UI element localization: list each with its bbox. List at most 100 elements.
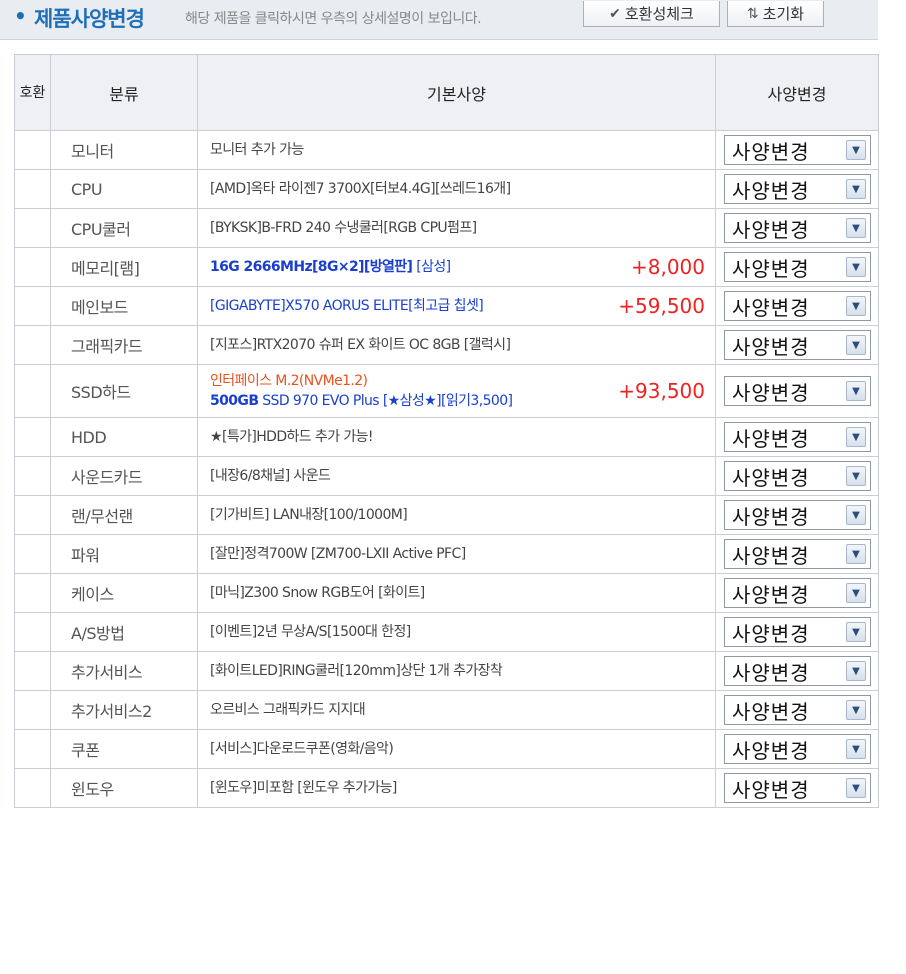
- category-cell[interactable]: 사운드카드: [50, 456, 198, 496]
- select-value: 사양변경: [732, 295, 810, 320]
- spec-cell[interactable]: [화이트LED]RING쿨러[120mm]상단 1개 추가장착: [197, 651, 716, 691]
- chevron-down-icon[interactable]: ▼: [846, 427, 866, 447]
- option-cell: 사양변경 ▼: [715, 325, 879, 365]
- table-row[interactable]: 파워 [잘만]정격700W [ZM700-LXII Active PFC] 사양변경…: [14, 534, 879, 574]
- spec-change-select[interactable]: 사양변경 ▼: [724, 617, 871, 647]
- category-cell[interactable]: 케이스: [50, 573, 198, 613]
- table-row[interactable]: A/S방법 [이벤트]2년 무상A/S[1500대 한정] 사양변경 ▼: [14, 612, 879, 652]
- select-value: 사양변경: [732, 777, 810, 802]
- table-row[interactable]: 쿠폰 [서비스]다운로드쿠폰(영화/음악) 사양변경 ▼: [14, 729, 879, 769]
- spec-change-select[interactable]: 사양변경 ▼: [724, 135, 871, 165]
- chevron-down-icon[interactable]: ▼: [846, 739, 866, 759]
- table-row[interactable]: SSD하드 인터페이스 M.2(NVMe1.2) 500GB SSD 970 EVO…: [14, 364, 879, 418]
- chevron-down-icon[interactable]: ▼: [846, 466, 866, 486]
- spec-change-select[interactable]: 사양변경 ▼: [724, 174, 871, 204]
- chevron-down-icon[interactable]: ▼: [846, 257, 866, 277]
- chevron-down-icon[interactable]: ▼: [846, 218, 866, 238]
- chevron-down-icon[interactable]: ▼: [846, 381, 866, 401]
- table-row[interactable]: CPU [AMD]옥타 라이젠7 3700X[터보4.4G][쓰레드16개] 사양변…: [14, 169, 879, 209]
- compatibility-check-button[interactable]: ✔ 호환성체크: [583, 1, 720, 27]
- chevron-down-icon[interactable]: ▼: [846, 179, 866, 199]
- chevron-down-icon[interactable]: ▼: [846, 583, 866, 603]
- category-cell[interactable]: SSD하드: [50, 364, 198, 418]
- spec-text-segment: [화이트LED]RING쿨러[120mm]상단 1개 추가장착: [210, 663, 503, 679]
- spec-change-select[interactable]: 사양변경 ▼: [724, 695, 871, 725]
- category-cell[interactable]: 메인보드: [50, 286, 198, 326]
- spec-cell[interactable]: 인터페이스 M.2(NVMe1.2) 500GB SSD 970 EVO Plus…: [197, 364, 716, 418]
- spec-change-select[interactable]: 사양변경 ▼: [724, 291, 871, 321]
- spec-change-select[interactable]: 사양변경 ▼: [724, 734, 871, 764]
- table-row[interactable]: 추가서비스 [화이트LED]RING쿨러[120mm]상단 1개 추가장착 사양변경…: [14, 651, 879, 691]
- category-cell[interactable]: HDD: [50, 417, 198, 457]
- spec-cell[interactable]: [지포스]RTX2070 슈퍼 EX 화이트 OC 8GB [갤럭시]: [197, 325, 716, 365]
- spec-change-select[interactable]: 사양변경 ▼: [724, 656, 871, 686]
- chevron-down-icon[interactable]: ▼: [846, 622, 866, 642]
- spec-cell[interactable]: 16G 2666MHz[8G×2][방열판] [삼성] +8,000: [197, 247, 716, 287]
- category-cell[interactable]: 추가서비스2: [50, 690, 198, 730]
- spec-change-select[interactable]: 사양변경 ▼: [724, 539, 871, 569]
- section-title: 제품사양변경: [34, 7, 145, 31]
- table-row[interactable]: 메모리[램] 16G 2666MHz[8G×2][방열판] [삼성] +8,000 사…: [14, 247, 879, 287]
- table-row[interactable]: 그래픽카드 [지포스]RTX2070 슈퍼 EX 화이트 OC 8GB [갤럭시]…: [14, 325, 879, 365]
- spec-cell[interactable]: [AMD]옥타 라이젠7 3700X[터보4.4G][쓰레드16개]: [197, 169, 716, 209]
- spec-text: 인터페이스 M.2(NVMe1.2) 500GB SSD 970 EVO Plus…: [210, 371, 513, 411]
- spec-change-select[interactable]: 사양변경 ▼: [724, 330, 871, 360]
- category-cell[interactable]: 추가서비스: [50, 651, 198, 691]
- spec-cell[interactable]: [잘만]정격700W [ZM700-LXII Active PFC]: [197, 534, 716, 574]
- category-cell[interactable]: 그래픽카드: [50, 325, 198, 365]
- spec-cell[interactable]: [내장6/8채널] 사운드: [197, 456, 716, 496]
- chevron-down-icon[interactable]: ▼: [846, 335, 866, 355]
- category-cell[interactable]: 윈도우: [50, 768, 198, 808]
- chevron-down-icon[interactable]: ▼: [846, 700, 866, 720]
- category-cell[interactable]: 메모리[램]: [50, 247, 198, 287]
- table-row[interactable]: HDD ★[특가]HDD하드 추가 가능! 사양변경 ▼: [14, 417, 879, 457]
- spec-cell[interactable]: 모니터 추가 가능: [197, 130, 716, 170]
- select-value: 사양변경: [732, 738, 810, 763]
- chevron-down-icon[interactable]: ▼: [846, 296, 866, 316]
- spec-change-select[interactable]: 사양변경 ▼: [724, 252, 871, 282]
- chevron-down-icon[interactable]: ▼: [846, 140, 866, 160]
- spec-cell[interactable]: 오르비스 그래픽카드 지지대: [197, 690, 716, 730]
- chevron-down-icon[interactable]: ▼: [846, 544, 866, 564]
- spec-cell[interactable]: [BYKSK]B-FRD 240 수냉쿨러[RGB CPU펌프]: [197, 208, 716, 248]
- reset-button[interactable]: ⇅ 초기화: [727, 1, 824, 27]
- table-row[interactable]: 메인보드 [GIGABYTE]X570 AORUS ELITE[최고급 칩셋] +5…: [14, 286, 879, 326]
- table-row[interactable]: 윈도우 [윈도우]미포함 [윈도우 추가가능] 사양변경 ▼: [14, 768, 879, 808]
- chevron-down-icon[interactable]: ▼: [846, 778, 866, 798]
- spec-change-select[interactable]: 사양변경 ▼: [724, 461, 871, 491]
- chevron-down-icon[interactable]: ▼: [846, 505, 866, 525]
- spec-text-segment: [이벤트]2년 무상A/S[1500대 한정]: [210, 624, 411, 640]
- spec-text-segment: 500GB: [210, 393, 259, 409]
- table-row[interactable]: 모니터 모니터 추가 가능 사양변경 ▼: [14, 130, 879, 170]
- spec-cell[interactable]: [마닉]Z300 Snow RGB도어 [화이트]: [197, 573, 716, 613]
- option-cell: 사양변경 ▼: [715, 247, 879, 287]
- spec-cell[interactable]: ★[특가]HDD하드 추가 가능!: [197, 417, 716, 457]
- category-cell[interactable]: 파워: [50, 534, 198, 574]
- table-row[interactable]: 케이스 [마닉]Z300 Snow RGB도어 [화이트] 사양변경 ▼: [14, 573, 879, 613]
- table-row[interactable]: 추가서비스2 오르비스 그래픽카드 지지대 사양변경 ▼: [14, 690, 879, 730]
- spec-change-select[interactable]: 사양변경 ▼: [724, 376, 871, 406]
- spec-cell[interactable]: [윈도우]미포함 [윈도우 추가가능]: [197, 768, 716, 808]
- category-cell[interactable]: 랜/무선랜: [50, 495, 198, 535]
- spec-text: [기가비트] LAN내장[100/1000M]: [210, 505, 408, 525]
- spec-change-select[interactable]: 사양변경 ▼: [724, 578, 871, 608]
- table-header-row: 호환 분류 기본사양 사양변경: [14, 54, 879, 131]
- category-cell[interactable]: CPU: [50, 169, 198, 209]
- chevron-down-icon[interactable]: ▼: [846, 661, 866, 681]
- table-row[interactable]: 랜/무선랜 [기가비트] LAN내장[100/1000M] 사양변경 ▼: [14, 495, 879, 535]
- select-value: 사양변경: [732, 504, 810, 529]
- spec-change-select[interactable]: 사양변경 ▼: [724, 500, 871, 530]
- spec-change-select[interactable]: 사양변경 ▼: [724, 422, 871, 452]
- spec-cell[interactable]: [서비스]다운로드쿠폰(영화/음악): [197, 729, 716, 769]
- category-cell[interactable]: A/S방법: [50, 612, 198, 652]
- spec-cell[interactable]: [기가비트] LAN내장[100/1000M]: [197, 495, 716, 535]
- spec-cell[interactable]: [GIGABYTE]X570 AORUS ELITE[최고급 칩셋] +59,50…: [197, 286, 716, 326]
- spec-cell[interactable]: [이벤트]2년 무상A/S[1500대 한정]: [197, 612, 716, 652]
- spec-change-select[interactable]: 사양변경 ▼: [724, 213, 871, 243]
- table-row[interactable]: 사운드카드 [내장6/8채널] 사운드 사양변경 ▼: [14, 456, 879, 496]
- category-cell[interactable]: CPU쿨러: [50, 208, 198, 248]
- category-cell[interactable]: 쿠폰: [50, 729, 198, 769]
- category-cell[interactable]: 모니터: [50, 130, 198, 170]
- spec-change-select[interactable]: 사양변경 ▼: [724, 773, 871, 803]
- table-row[interactable]: CPU쿨러 [BYKSK]B-FRD 240 수냉쿨러[RGB CPU펌프] 사양변…: [14, 208, 879, 248]
